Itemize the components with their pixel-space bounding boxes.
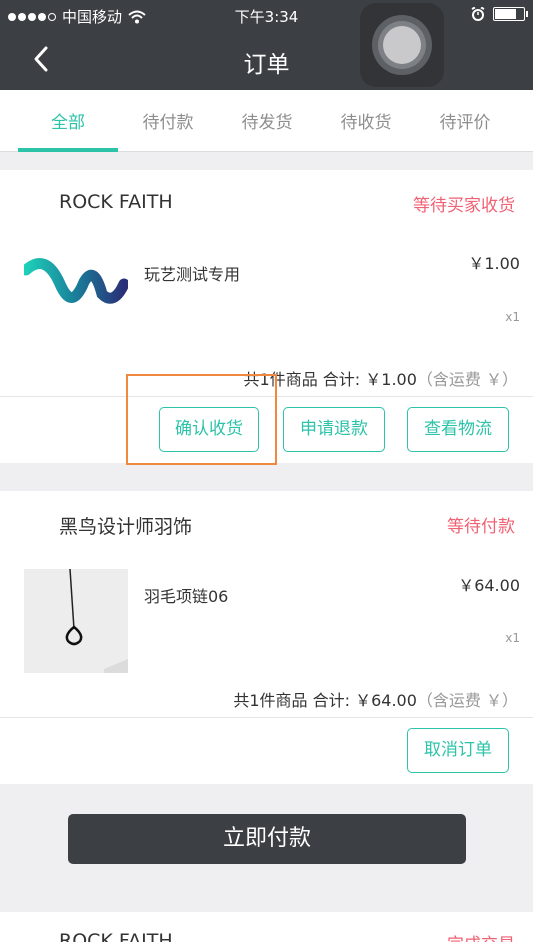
pay-now-button[interactable]: 立即付款 bbox=[68, 814, 466, 864]
shipping-note: （含运费 ￥） bbox=[416, 691, 518, 710]
product-quantity: x1 bbox=[505, 631, 520, 645]
alarm-icon bbox=[471, 7, 485, 21]
page-title: 订单 bbox=[243, 52, 290, 78]
product-price: ￥1.00 bbox=[468, 254, 520, 273]
order-total: 共1件商品 合计: ￥64.00 bbox=[233, 691, 417, 710]
cancel-order-button[interactable]: 取消订单 bbox=[407, 728, 509, 773]
brand-logo-icon bbox=[20, 258, 130, 304]
tab-pending-receipt[interactable]: 待收货 bbox=[316, 108, 416, 133]
tab-all[interactable]: 全部 bbox=[18, 108, 118, 133]
view-logistics-button[interactable]: 查看物流 bbox=[407, 407, 509, 452]
necklace-image-icon bbox=[65, 568, 128, 673]
status-right bbox=[471, 7, 528, 21]
product-quantity: x1 bbox=[505, 310, 520, 324]
order-summary: 共1件商品 合计: ￥1.00（含运费 ￥） bbox=[244, 366, 518, 390]
order-tabs: 全部 待付款 待发货 待收货 待评价 bbox=[0, 90, 533, 152]
shipping-note: （含运费 ￥） bbox=[416, 370, 518, 389]
request-refund-button[interactable]: 申请退款 bbox=[283, 407, 385, 452]
order-status: 完成交易 bbox=[447, 930, 515, 942]
tab-pending-payment[interactable]: 待付款 bbox=[118, 108, 218, 133]
battery-icon bbox=[493, 7, 528, 21]
shop-name[interactable]: ROCK FAITH bbox=[59, 191, 173, 213]
assistive-touch-button[interactable] bbox=[360, 3, 444, 87]
order-card: 黑鸟设计师羽饰 等待付款 羽毛项链06 ￥64.00 x1 共1件商品 合计: … bbox=[0, 491, 533, 784]
product-thumbnail[interactable] bbox=[24, 568, 128, 673]
product-name[interactable]: 羽毛项链06 bbox=[144, 583, 228, 607]
order-card: ROCK FAITH 完成交易 bbox=[0, 912, 533, 942]
tab-pending-shipment[interactable]: 待发货 bbox=[217, 108, 317, 133]
product-thumbnail[interactable] bbox=[20, 212, 130, 316]
status-time: 下午3:34 bbox=[234, 8, 299, 26]
shop-name[interactable]: ROCK FAITH bbox=[59, 930, 173, 942]
divider bbox=[0, 717, 533, 718]
product-price: ￥64.00 bbox=[458, 576, 520, 595]
nav-bar: 订单 bbox=[0, 30, 533, 90]
highlight-box bbox=[126, 374, 277, 465]
status-bar: 中国移动 下午3:34 bbox=[0, 0, 533, 30]
order-summary: 共1件商品 合计: ￥64.00（含运费 ￥） bbox=[233, 687, 518, 711]
order-status: 等待买家收货 bbox=[413, 196, 515, 216]
shop-name[interactable]: 黑鸟设计师羽饰 bbox=[59, 512, 192, 539]
product-name[interactable]: 玩艺测试专用 bbox=[144, 261, 240, 285]
order-status: 等待付款 bbox=[447, 517, 515, 537]
tab-active-indicator bbox=[18, 148, 118, 152]
tab-pending-review[interactable]: 待评价 bbox=[415, 108, 515, 133]
